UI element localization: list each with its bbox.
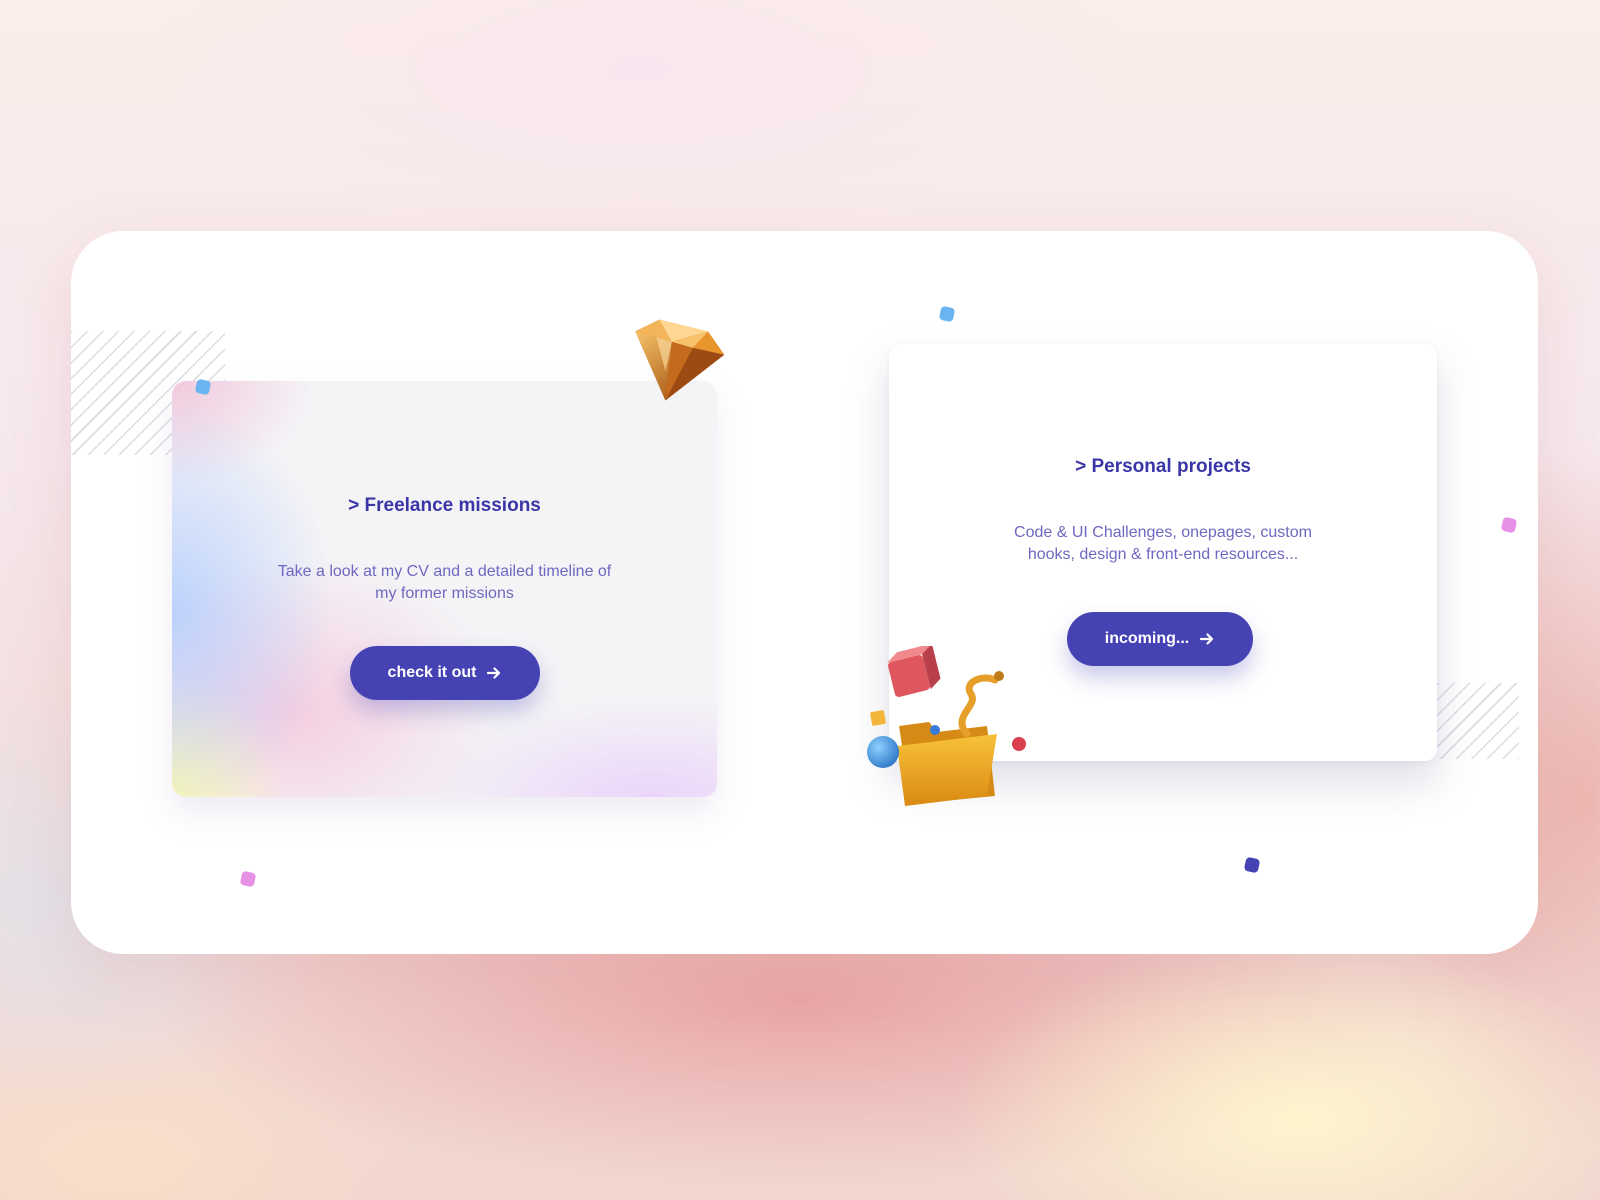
personal-card-description: Code & UI Challenges, onepages, custom h…	[1014, 524, 1312, 563]
confetti-dot-navy	[1243, 856, 1261, 874]
incoming-button[interactable]: incoming...	[1067, 612, 1253, 666]
folder-icon	[859, 643, 1059, 806]
freelance-missions-card: > Freelance missions Take a look at my C…	[172, 381, 717, 797]
freelance-card-description: Take a look at my CV and a detailed time…	[277, 563, 612, 602]
check-it-out-label: check it out	[387, 664, 477, 681]
main-panel: > Freelance missions Take a look at my C…	[71, 231, 1538, 954]
arrow-right-icon	[486, 665, 502, 681]
check-it-out-button[interactable]: check it out	[350, 646, 540, 700]
incoming-label: incoming...	[1104, 630, 1190, 647]
confetti-dot-pink	[239, 870, 257, 888]
diamond-icon	[606, 313, 740, 413]
freelance-card-title: > Freelance missions	[348, 495, 541, 516]
confetti-dot-pink	[1500, 516, 1518, 534]
confetti-dot-blue	[938, 305, 956, 323]
personal-card-title: > Personal projects	[1075, 456, 1251, 477]
arrow-right-icon	[1199, 631, 1215, 647]
